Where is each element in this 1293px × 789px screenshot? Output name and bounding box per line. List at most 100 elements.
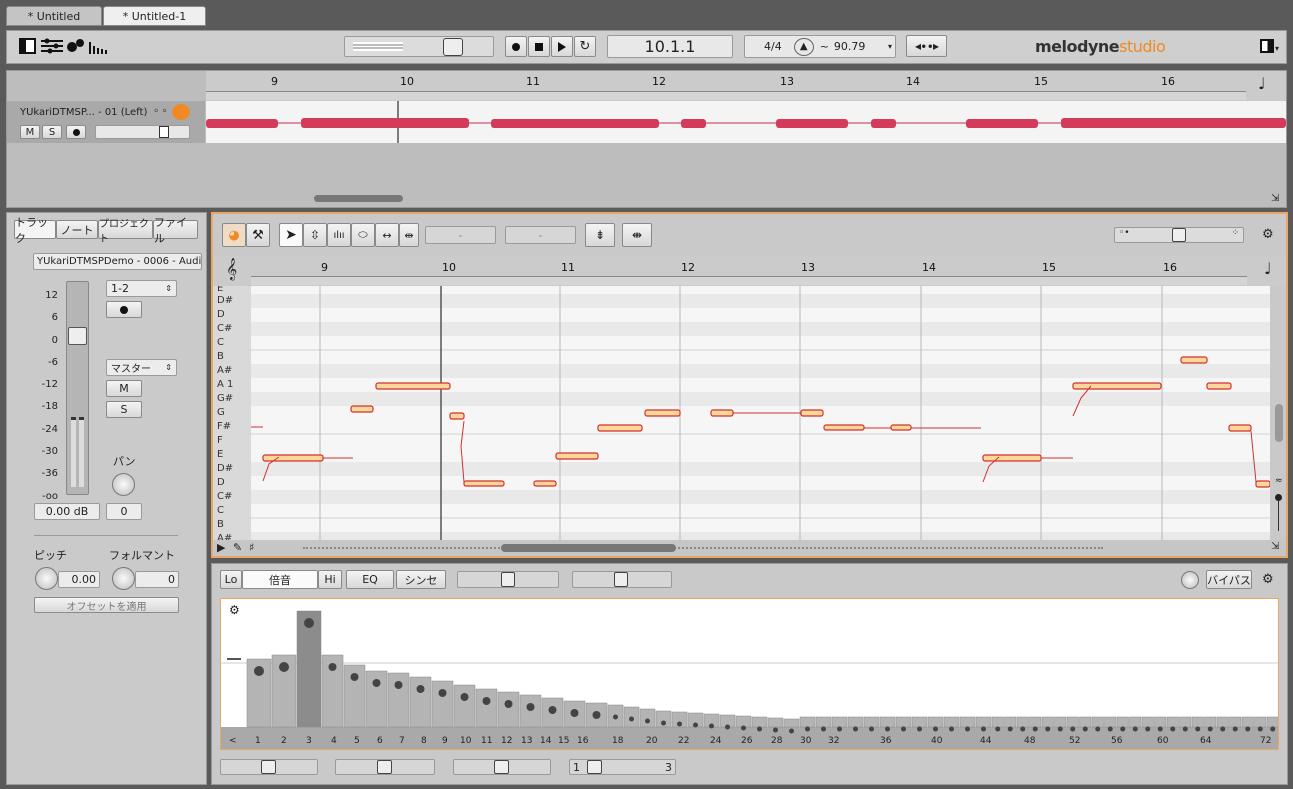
harmonic-bar[interactable] [863, 716, 880, 728]
harmonic-bar[interactable] [991, 716, 1004, 728]
master-volume-slider[interactable] [344, 36, 494, 57]
track-zoom-icon[interactable]: ⇲ [1271, 193, 1279, 204]
harmonic-bar[interactable] [1229, 716, 1242, 728]
lo-filter-handle[interactable] [261, 760, 276, 774]
note-value-icon[interactable]: ♩ [1258, 74, 1266, 93]
harmonic-bar[interactable] [1054, 716, 1067, 728]
harmonic-bar[interactable] [879, 716, 896, 728]
pitch-field[interactable]: 0.00 [58, 571, 100, 588]
wave-filter-slider[interactable] [453, 759, 551, 775]
stop-button[interactable] [528, 36, 550, 57]
track-lane[interactable] [206, 101, 1286, 143]
formant-tool-button[interactable]: ⬭ [351, 223, 375, 247]
harmonic-bar[interactable] [431, 680, 454, 728]
harmonic-bar[interactable] [1016, 716, 1029, 728]
harmonic-bar[interactable] [1166, 716, 1179, 728]
harmonic-bar[interactable] [783, 718, 800, 728]
hash-icon[interactable]: ♯ [249, 541, 254, 554]
play-button[interactable] [551, 36, 573, 57]
apply-offset-button[interactable]: オフセットを適用 [34, 597, 179, 613]
harmonic-bar[interactable] [1204, 716, 1217, 728]
metronome-icon[interactable]: ▲ [793, 37, 814, 56]
harmonic-bar[interactable] [1004, 716, 1017, 728]
page-slider[interactable]: 1 3 [569, 759, 676, 775]
harmonic-bar[interactable] [1066, 716, 1079, 728]
harmonics-display[interactable]: ⚙ [220, 598, 1279, 750]
harmonic-bar[interactable] [296, 610, 322, 728]
vertical-zoom-slider-dot[interactable] [1275, 494, 1282, 501]
position-display[interactable]: 10.1.1 [607, 35, 733, 58]
harmonic-bar[interactable] [1129, 716, 1142, 728]
sound-tab-lo[interactable]: Lo [220, 570, 242, 589]
loop-button[interactable]: ↻ [574, 36, 596, 57]
quantize-time-button[interactable]: ⇼ [622, 223, 652, 247]
record-button[interactable] [505, 36, 527, 57]
track-mute-button[interactable]: M [20, 125, 40, 139]
tempo-display[interactable]: 4/4 ▲ ~ 90.79 ▾ [744, 35, 896, 58]
time-tool-button[interactable]: ↔ [375, 223, 399, 247]
panel-toggle-chevron-icon[interactable]: ▾ [1275, 44, 1279, 53]
track-volume-slider[interactable] [95, 125, 190, 139]
track-name[interactable]: YUkariDTMSP... - 01 (Left) [20, 107, 147, 118]
inspector-solo-button[interactable]: S [106, 401, 142, 418]
harmonic-bar[interactable] [1141, 716, 1154, 728]
inspector-tab-file[interactable]: ファイル [153, 216, 198, 245]
harmonic-bar[interactable] [847, 716, 864, 728]
harmonic-bar[interactable] [1104, 716, 1117, 728]
gain-field[interactable]: 0.00 dB [34, 503, 100, 520]
wave-filter-handle[interactable] [494, 760, 509, 774]
play-from-icon[interactable]: ▶ [217, 541, 225, 554]
tempo-detect-button[interactable]: ◂∙∙▸ [906, 35, 947, 57]
tab-untitled-1[interactable]: * Untitled-1 [103, 6, 206, 26]
sound-level-knob[interactable] [1181, 571, 1199, 589]
record-arm-button[interactable] [106, 301, 142, 318]
mid-filter-slider[interactable] [335, 759, 435, 775]
editor-zoom-icon[interactable]: ⇲ [1271, 541, 1279, 552]
main-tool-button[interactable]: ◕ [222, 223, 246, 247]
harmonic-bar[interactable] [1091, 716, 1104, 728]
harmonic-bar[interactable] [475, 688, 498, 728]
harmonic-bar[interactable] [1154, 716, 1167, 728]
harmonic-bar[interactable] [767, 717, 784, 728]
harmonic-bar[interactable] [735, 715, 752, 728]
harmonic-bar[interactable] [1041, 716, 1054, 728]
inspector-mute-button[interactable]: M [106, 380, 142, 397]
panel-toggle-icon[interactable] [1260, 39, 1274, 53]
harmonic-bar[interactable] [1254, 716, 1267, 728]
harmonic-bar[interactable] [1266, 716, 1279, 728]
zoom-slider[interactable]: ◦• ⁘ [1114, 227, 1244, 243]
quantize-pitch-button[interactable]: ⇟ [585, 223, 615, 247]
bypass-button[interactable]: バイパス [1206, 570, 1252, 589]
mid-filter-handle[interactable] [377, 760, 392, 774]
page-handle[interactable] [587, 760, 602, 774]
inspector-tab-track[interactable]: トラック [14, 216, 56, 245]
track-edit-icon[interactable] [172, 104, 190, 120]
source-name-field[interactable]: YUkariDTMSPDemo - 0006 - Audio - [33, 253, 202, 270]
harmonic-bar[interactable] [1116, 716, 1129, 728]
harmonic-bar[interactable] [799, 716, 816, 728]
editor-settings-icon[interactable]: ⚙ [1262, 227, 1274, 242]
sound-tab-hi[interactable]: Hi [318, 570, 342, 589]
note-grid[interactable] [251, 286, 1270, 540]
harmonic-bar[interactable] [911, 716, 928, 728]
zoom-handle[interactable] [1172, 228, 1186, 242]
blob-view-icon[interactable] [66, 38, 86, 54]
spectrum-view-icon[interactable] [89, 38, 107, 54]
sound-tab-harmonics[interactable]: 倍音 [242, 570, 318, 589]
input-select[interactable]: 1-2 ⇕ [106, 280, 177, 297]
tempo-dropdown-icon[interactable]: ▾ [888, 42, 892, 51]
harmonic-bar[interactable] [943, 716, 960, 728]
lo-filter-slider[interactable] [220, 759, 318, 775]
scrub-icon[interactable]: ✎ [233, 541, 242, 554]
track-scrollbar[interactable] [314, 195, 403, 202]
harmonic-shape-handle[interactable] [614, 572, 628, 587]
harmonic-bar[interactable] [815, 716, 832, 728]
harmonic-bar[interactable] [409, 676, 432, 728]
harmonic-shape-slider[interactable] [572, 571, 672, 588]
inspector-tab-project[interactable]: プロジェクト [98, 219, 153, 245]
harmonic-bar[interactable] [1241, 716, 1254, 728]
harmonic-bar[interactable] [959, 716, 976, 728]
sound-tab-eq[interactable]: EQ [346, 570, 394, 589]
harmonic-bar[interactable] [1179, 716, 1192, 728]
harmonic-mode-slider[interactable] [457, 571, 559, 588]
